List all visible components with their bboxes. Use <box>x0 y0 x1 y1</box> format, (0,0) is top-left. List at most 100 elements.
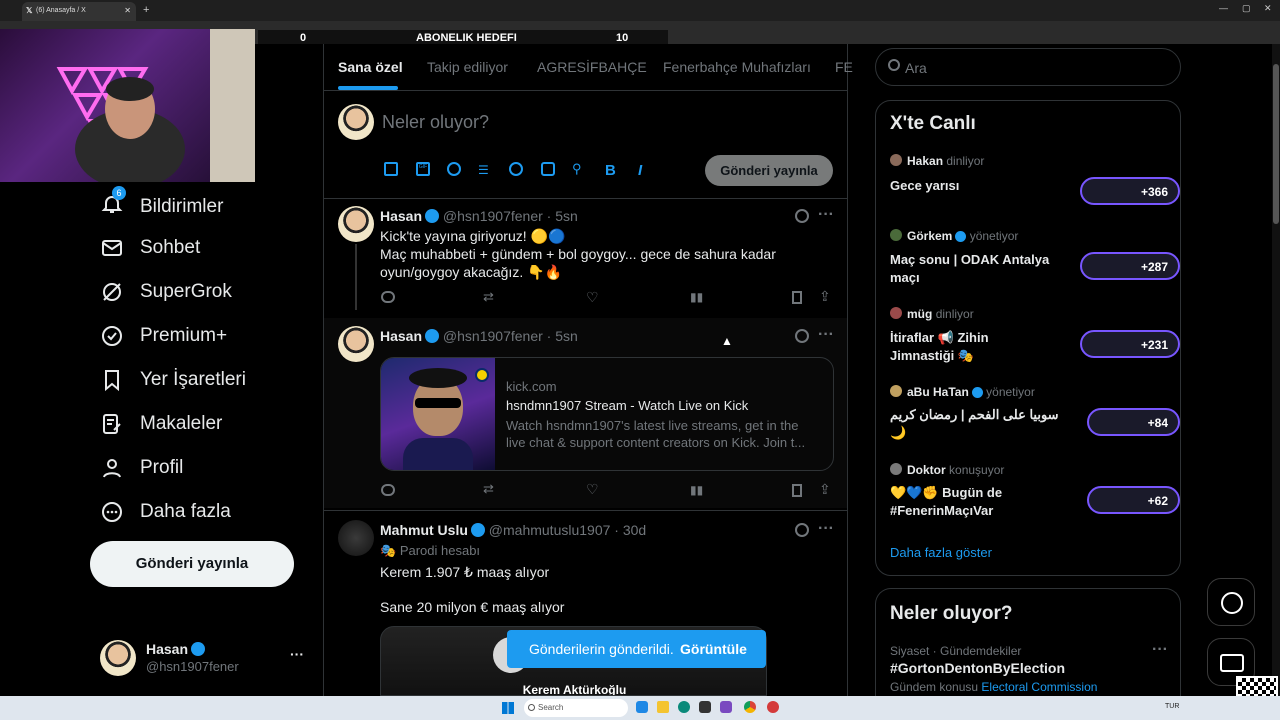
windows-start-icon[interactable] <box>502 702 514 714</box>
views-icon[interactable]: ▮▮ <box>690 290 703 304</box>
browser-tab[interactable]: 𝕏 (6) Anasayfa / X ✕ <box>22 2 136 21</box>
edge-icon[interactable] <box>678 701 690 713</box>
grok-icon <box>1221 592 1243 614</box>
tweet-author[interactable]: Hasan <box>380 328 422 344</box>
language-indicator[interactable]: TUR <box>1165 703 1179 710</box>
divider <box>324 510 847 511</box>
live-space-item[interactable]: Hakan dinliyor Gece yarısı +366 <box>890 153 1180 213</box>
maximize-icon[interactable]: ▢ <box>1242 3 1251 14</box>
live-space-item[interactable]: Görkem yönetiyor Maç sonu | ODAK Antalya… <box>890 228 1180 288</box>
sidebar-item-chat[interactable]: Sohbet <box>100 236 200 260</box>
webcam-overlay <box>0 29 255 182</box>
scrollbar[interactable] <box>1272 44 1280 696</box>
italic-icon[interactable]: I <box>638 162 642 179</box>
tab-following[interactable]: Takip ediliyor <box>427 59 508 75</box>
tab-more[interactable]: FE <box>835 59 853 75</box>
taskbar-search-label: Search <box>538 703 564 712</box>
tweet-handle[interactable]: @hsn1907fener · 5sn <box>443 328 578 344</box>
app-icon[interactable] <box>636 701 648 713</box>
reply-icon[interactable] <box>381 291 395 303</box>
reply-icon[interactable] <box>381 484 395 496</box>
live-space-item[interactable]: müg dinliyor İtiraflar 📢 Zihin Jimnastiğ… <box>890 306 1180 366</box>
compose-post-button[interactable]: Gönderi yayınla <box>705 155 833 186</box>
image-icon[interactable] <box>384 162 398 176</box>
account-switcher[interactable]: Hasan @hsn1907fener ··· <box>100 638 310 678</box>
share-icon[interactable]: ⇪ <box>819 288 831 305</box>
new-tab-icon[interactable]: + <box>143 4 149 16</box>
toast-view-button[interactable]: Görüntüle <box>680 641 747 657</box>
sidebar-item-bookmarks[interactable]: Yer İşaretleri <box>100 368 246 392</box>
space-listener-count[interactable]: +231 <box>1080 330 1180 358</box>
close-tab-icon[interactable]: ✕ <box>124 6 131 15</box>
link-card-title: hsndmn1907 Stream - Watch Live on Kick <box>506 398 749 413</box>
account-more-icon[interactable]: ··· <box>290 646 304 662</box>
location-icon[interactable]: ⚲ <box>572 161 582 177</box>
chrome-icon[interactable] <box>744 701 756 713</box>
avatar[interactable] <box>338 326 374 362</box>
space-host: Doktor <box>907 463 946 477</box>
tweet-author[interactable]: Mahmut Uslu <box>380 522 468 538</box>
app-icon[interactable] <box>720 701 732 713</box>
tweet-handle[interactable]: @mahmutuslu1907 · 30d <box>489 522 646 538</box>
grok-icon[interactable] <box>795 329 809 343</box>
verified-badge-icon <box>470 523 485 537</box>
more-icon[interactable]: ··· <box>1152 641 1168 659</box>
grok-icon[interactable] <box>447 162 461 176</box>
bookmark-icon[interactable] <box>792 484 802 497</box>
more-icon[interactable]: ··· <box>818 206 834 224</box>
avatar[interactable] <box>338 206 374 242</box>
sidebar-item-premium[interactable]: Premium+ <box>100 324 227 348</box>
repost-icon[interactable]: ⇄ <box>483 481 494 497</box>
divider <box>324 198 847 199</box>
grok-icon[interactable] <box>795 523 809 537</box>
share-icon[interactable]: ⇪ <box>819 481 831 498</box>
avatar[interactable] <box>338 520 374 556</box>
minimize-icon[interactable]: — <box>1219 3 1228 13</box>
sidebar-item-more[interactable]: Daha fazla <box>100 500 231 524</box>
gif-icon[interactable]: GIF <box>416 162 430 176</box>
close-window-icon[interactable]: ✕ <box>1264 3 1272 14</box>
compose-input[interactable]: Neler oluyor? <box>382 112 489 133</box>
space-listener-count[interactable]: +62 <box>1087 486 1180 514</box>
bold-icon[interactable]: B <box>605 162 616 179</box>
app-icon[interactable] <box>699 701 711 713</box>
link-card[interactable]: kick.com hsndmn1907 Stream - Watch Live … <box>380 357 834 471</box>
trend-topic[interactable]: #GortonDentonByElection <box>890 660 1065 676</box>
space-listener-count[interactable]: +366 <box>1080 177 1180 205</box>
tab-for-you[interactable]: Sana özel <box>338 59 403 75</box>
more-icon[interactable]: ··· <box>818 326 834 344</box>
poll-icon[interactable]: ☰ <box>478 163 489 177</box>
live-space-item[interactable]: aBu HaTan yönetiyor سوبيا على الفحم | رم… <box>890 384 1180 444</box>
avatar <box>890 385 902 397</box>
sidebar-item-profile[interactable]: Profil <box>100 456 183 480</box>
sidebar-item-supergrok[interactable]: SuperGrok <box>100 280 232 304</box>
goal-right-value: 10 <box>616 32 629 44</box>
space-title: Maç sonu | ODAK Antalya <box>890 252 1050 267</box>
folder-icon[interactable] <box>657 701 669 713</box>
grok-icon[interactable] <box>795 209 809 223</box>
search-input[interactable]: Ara <box>875 48 1181 86</box>
app-icon[interactable] <box>767 701 779 713</box>
grok-float-button[interactable] <box>1207 578 1255 626</box>
sidebar-item-articles[interactable]: Makaleler <box>100 412 222 436</box>
like-icon[interactable]: ♡ <box>586 289 599 306</box>
like-icon[interactable]: ♡ <box>586 481 599 498</box>
schedule-icon[interactable] <box>541 162 555 176</box>
emoji-icon[interactable] <box>509 162 523 176</box>
live-space-item[interactable]: Doktor konuşuyor 💛💙✊ Bugün de #FenerinMa… <box>890 462 1180 522</box>
views-icon[interactable]: ▮▮ <box>690 483 703 497</box>
tab-fb-muhafizlari[interactable]: Fenerbahçe Muhafızları <box>663 59 811 75</box>
taskbar-search[interactable]: Search <box>524 699 628 717</box>
more-icon[interactable]: ··· <box>818 520 834 538</box>
repost-icon[interactable]: ⇄ <box>483 289 494 305</box>
show-more-link[interactable]: Daha fazla göster <box>890 545 992 560</box>
trend-sub-link[interactable]: Electoral Commission <box>981 680 1097 694</box>
tweet-author[interactable]: Hasan <box>380 208 422 224</box>
bookmark-icon[interactable] <box>792 291 802 304</box>
tab-agresifbahce[interactable]: AGRESİFBAHÇE <box>537 59 647 75</box>
sidebar-post-button[interactable]: Gönderi yayınla <box>90 541 294 587</box>
space-listener-count[interactable]: +84 <box>1087 408 1180 436</box>
space-listener-count[interactable]: +287 <box>1080 252 1180 280</box>
tweet-handle[interactable]: @hsn1907fener · 5sn <box>443 208 578 224</box>
sidebar-item-notifications[interactable]: 6 Bildirimler <box>100 186 223 222</box>
